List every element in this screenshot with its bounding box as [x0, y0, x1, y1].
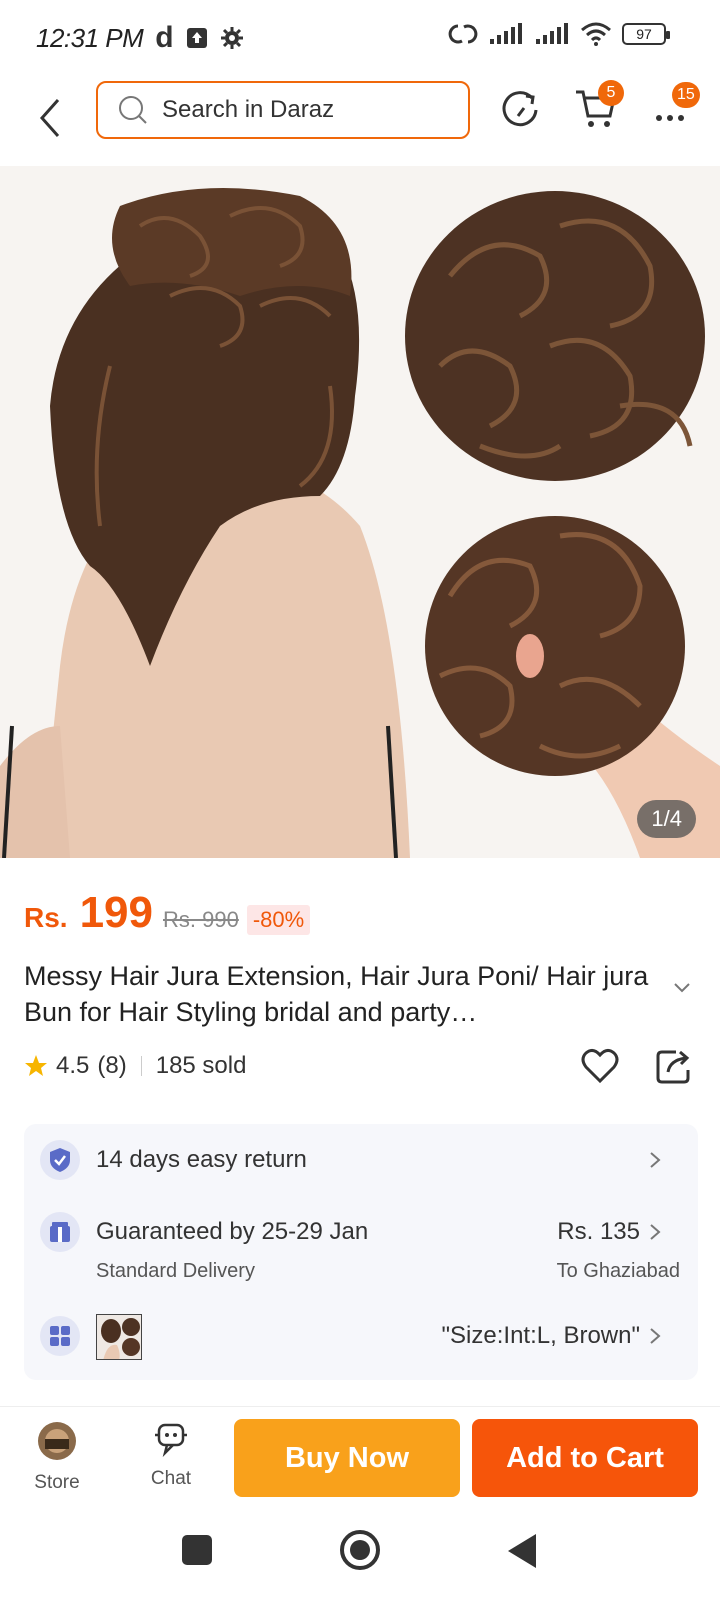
rating-row[interactable]: 4.5 (8) 185 sold [24, 1052, 246, 1080]
delivery-destination: To Ghaziabad [556, 1260, 680, 1282]
delivery-price: Rs. 135 [557, 1218, 640, 1245]
chevron-right-icon [650, 1224, 661, 1240]
variant-grid-icon [40, 1316, 80, 1356]
product-image [0, 166, 720, 858]
home-button[interactable] [340, 1530, 380, 1570]
bottom-action-bar: Store Chat Buy Now Add to Cart [0, 1406, 720, 1510]
search-input[interactable]: Search in Daraz [96, 81, 470, 139]
return-policy-text: 14 days easy return [96, 1146, 307, 1173]
history-icon [502, 91, 538, 127]
delivery-type: Standard Delivery [96, 1260, 255, 1282]
history-button[interactable] [498, 88, 542, 132]
return-policy-row[interactable]: 14 days easy return [24, 1124, 698, 1196]
header: Search in Daraz 5 15 [0, 76, 720, 166]
more-button[interactable]: 15 [654, 82, 700, 132]
image-counter: 1/4 [637, 800, 696, 838]
link-icon [448, 24, 478, 44]
price-currency: Rs. [24, 902, 68, 933]
share-button[interactable] [654, 1046, 694, 1086]
store-avatar-icon [38, 1422, 76, 1460]
search-icon [119, 96, 147, 124]
share-icon [656, 1050, 690, 1084]
battery-indicator: 97 [622, 23, 670, 45]
chevron-right-icon [650, 1152, 661, 1168]
cart-button[interactable]: 5 [574, 80, 624, 136]
product-image-gallery[interactable]: 1/4 [0, 166, 720, 858]
chevron-down-icon [674, 983, 690, 993]
add-to-cart-button[interactable]: Add to Cart [472, 1419, 698, 1497]
variant-selection: "Size:Int:L, Brown" [441, 1322, 640, 1349]
delivery-row[interactable]: Guaranteed by 25-29 Jan Standard Deliver… [24, 1196, 698, 1292]
store-button[interactable]: Store [22, 1421, 92, 1501]
more-badge: 15 [672, 82, 700, 108]
status-bar: 12:31 PM d 97 [0, 0, 720, 76]
discount-badge: -80% [246, 905, 311, 935]
delivery-box-icon [40, 1212, 80, 1252]
rating-count: (8) [97, 1052, 127, 1079]
divider [140, 1056, 142, 1076]
status-left-icons: d [155, 21, 243, 55]
delivery-date-text: Guaranteed by 25-29 Jan [96, 1218, 369, 1245]
price-row: Rs. 199 Rs. 990 -80% [24, 888, 311, 938]
chat-label: Chat [150, 1468, 192, 1489]
search-placeholder: Search in Daraz [162, 96, 335, 123]
heart-icon [581, 1048, 619, 1084]
shield-check-icon [40, 1140, 80, 1180]
service-info-panel: 14 days easy return Guaranteed by 25-29 … [24, 1124, 698, 1380]
back-button[interactable] [30, 90, 70, 146]
system-back-button[interactable] [508, 1534, 536, 1568]
original-price: Rs. 990 [163, 907, 239, 932]
price-value: 199 [79, 888, 153, 937]
chat-icon [155, 1423, 187, 1458]
upload-icon [186, 28, 207, 48]
status-time: 12:31 PM [36, 22, 144, 53]
store-label: Store [34, 1472, 80, 1493]
star-icon [25, 1055, 47, 1076]
wishlist-button[interactable] [580, 1046, 620, 1086]
signal-icon-2 [536, 23, 568, 44]
variant-thumbnail[interactable] [96, 1314, 142, 1360]
recent-apps-button[interactable] [182, 1535, 212, 1565]
buy-now-button[interactable]: Buy Now [234, 1419, 460, 1497]
system-nav-bar [0, 1510, 720, 1600]
wifi-icon [581, 22, 611, 46]
variant-row[interactable]: "Size:Int:L, Brown" [24, 1292, 698, 1380]
sold-count: 185 sold [155, 1052, 247, 1079]
settings-icon [220, 27, 243, 49]
chevron-right-icon [650, 1328, 661, 1344]
chat-button[interactable]: Chat [136, 1421, 206, 1501]
product-title[interactable]: Messy Hair Jura Extension, Hair Jura Pon… [24, 958, 664, 1030]
cart-badge: 5 [598, 80, 624, 106]
app-notification-icon: d [155, 21, 174, 54]
status-right: 97 [448, 22, 670, 46]
chevron-left-icon [39, 99, 60, 137]
signal-icon [490, 23, 522, 44]
expand-title-button[interactable] [674, 980, 690, 998]
rating-value: 4.5 [56, 1052, 90, 1079]
